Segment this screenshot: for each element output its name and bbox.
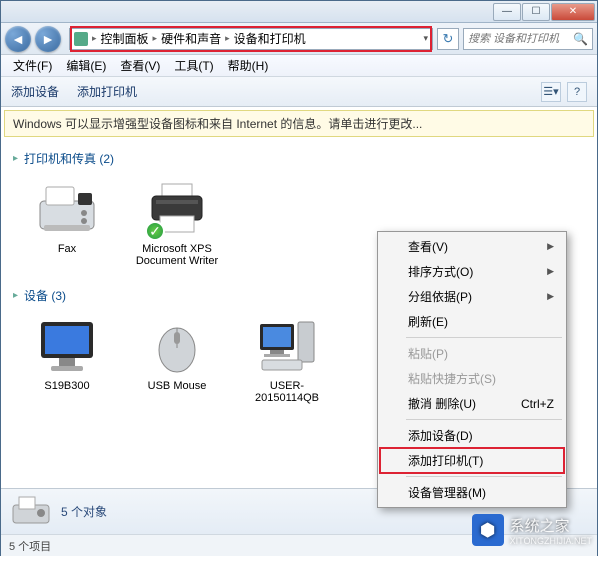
device-monitor[interactable]: S19B300 [21,316,113,404]
chevron-right-icon: ▸ [92,33,97,44]
separator [406,476,562,477]
search-box[interactable]: 🔍 [463,28,593,50]
info-bar[interactable]: Windows 可以显示增强型设备图标和来自 Internet 的信息。请单击进… [4,110,594,137]
ctx-refresh[interactable]: 刷新(E) [380,309,564,334]
info-bar-text: Windows 可以显示增强型设备图标和来自 Internet 的信息。请单击进… [13,115,422,132]
device-fax[interactable]: Fax [21,179,113,267]
device-label: USB Mouse [131,380,223,392]
menu-view[interactable]: 查看(V) [114,55,166,76]
ctx-add-printer[interactable]: 添加打印机(T) [379,447,565,474]
ctx-paste: 粘贴(P) [380,341,564,366]
minimize-button[interactable]: — [493,3,521,21]
navigation-bar: ◄ ► ▸ 控制面板 ▸ 硬件和声音 ▸ 设备和打印机 ▾ ↻ 🔍 [1,23,597,55]
toolbar-right: ☰▾ ? [541,82,587,102]
breadcrumb-item[interactable]: 设备和打印机 [234,30,306,47]
ctx-paste-shortcut: 粘贴快捷方式(S) [380,366,564,391]
breadcrumb-item[interactable]: 硬件和声音 [161,30,221,47]
close-button[interactable]: ✕ [551,3,595,21]
menubar: 文件(F) 编辑(E) 查看(V) 工具(T) 帮助(H) [1,55,597,77]
menu-edit[interactable]: 编辑(E) [60,55,112,76]
breadcrumb-item[interactable]: 控制面板 [101,30,149,47]
watermark-logo-icon: ⬢ [472,514,504,546]
context-menu: 查看(V)▶ 排序方式(O)▶ 分组依据(P)▶ 刷新(E) 粘贴(P) 粘贴快… [377,231,567,508]
group-header-printers[interactable]: 打印机和传真 (2) [13,146,585,173]
help-button[interactable]: ? [567,82,587,102]
view-options-button[interactable]: ☰▾ [541,82,561,102]
search-input[interactable] [468,33,569,45]
toolbar-add-printer[interactable]: 添加打印机 [77,83,137,100]
shortcut-key: Ctrl+Z [521,397,554,411]
status-text: 5 个项目 [9,538,51,554]
default-checkmark-icon: ✓ [145,221,165,241]
watermark-text: 系统之家 [510,515,592,536]
location-icon [74,32,88,46]
toolbar: 添加设备 添加打印机 ☰▾ ? [1,77,597,107]
refresh-button[interactable]: ↻ [437,28,459,50]
chevron-right-icon: ▸ [153,33,158,44]
device-label: USER-20150114QB [241,380,333,404]
device-label: S19B300 [21,380,113,392]
ctx-sort[interactable]: 排序方式(O)▶ [380,259,564,284]
monitor-icon [33,316,101,376]
separator [406,419,562,420]
chevron-right-icon: ▶ [547,266,554,277]
mouse-icon [143,316,211,376]
fax-icon [33,179,101,239]
back-button[interactable]: ◄ [5,26,31,52]
chevron-down-icon[interactable]: ▾ [423,33,428,44]
menu-tools[interactable]: 工具(T) [168,55,219,76]
device-label: Fax [21,243,113,255]
separator [406,337,562,338]
details-icon [11,495,51,529]
breadcrumb[interactable]: ▸ 控制面板 ▸ 硬件和声音 ▸ 设备和打印机 ▾ [69,28,433,50]
chevron-right-icon: ▶ [547,241,554,252]
chevron-right-icon: ▶ [547,291,554,302]
device-label: Microsoft XPS Document Writer [131,243,223,267]
menu-help[interactable]: 帮助(H) [222,55,275,76]
ctx-add-device[interactable]: 添加设备(D) [380,423,564,448]
menu-file[interactable]: 文件(F) [7,55,58,76]
device-computer[interactable]: USER-20150114QB [241,316,333,404]
device-xps-writer[interactable]: ✓ Microsoft XPS Document Writer [131,179,223,267]
forward-button[interactable]: ► [35,26,61,52]
printer-icon: ✓ [143,179,211,239]
window: — ☐ ✕ ◄ ► ▸ 控制面板 ▸ 硬件和声音 ▸ 设备和打印机 ▾ ↻ 🔍 … [0,0,598,556]
device-mouse[interactable]: USB Mouse [131,316,223,404]
computer-icon [253,316,321,376]
details-count: 5 个对象 [61,503,107,520]
ctx-group[interactable]: 分组依据(P)▶ [380,284,564,309]
toolbar-add-device[interactable]: 添加设备 [11,83,59,100]
watermark: ⬢ 系统之家 XITONGZHIJIA.NET [472,514,592,546]
ctx-undo-delete[interactable]: 撤消 删除(U)Ctrl+Z [380,391,564,416]
search-icon: 🔍 [573,32,588,46]
titlebar: — ☐ ✕ [1,1,597,23]
chevron-right-icon: ▸ [225,33,230,44]
ctx-view[interactable]: 查看(V)▶ [380,234,564,259]
watermark-url: XITONGZHIJIA.NET [510,536,592,546]
ctx-device-manager[interactable]: 设备管理器(M) [380,480,564,505]
maximize-button[interactable]: ☐ [522,3,550,21]
